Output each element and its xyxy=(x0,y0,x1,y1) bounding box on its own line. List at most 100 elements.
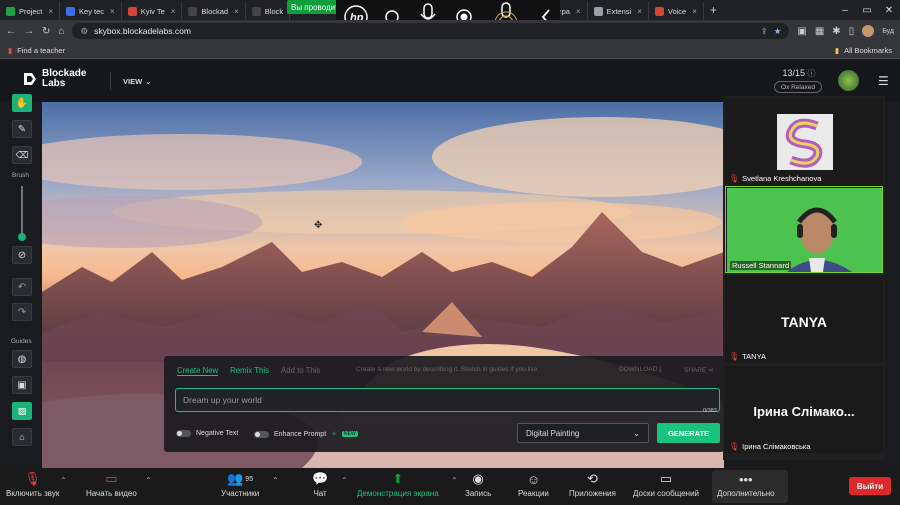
user-avatar[interactable] xyxy=(838,70,859,91)
globe-icon: ◍ xyxy=(17,353,27,365)
tab-create-new[interactable]: Create New xyxy=(177,366,219,376)
maximize-button[interactable]: ▭ xyxy=(856,5,878,16)
clear-button[interactable]: ⊘ xyxy=(12,246,32,264)
prompt-tabs: Create New Remix This Add to This xyxy=(177,366,320,376)
bookmark-star-icon[interactable]: ★ xyxy=(774,26,782,37)
redo-button[interactable]: ↷ xyxy=(12,303,32,321)
reload-icon[interactable]: ↻ xyxy=(42,26,50,37)
profile-label[interactable]: Буд xyxy=(882,28,894,35)
extension-icon[interactable]: ▣ xyxy=(797,26,806,37)
close-icon[interactable]: × xyxy=(110,7,115,16)
toggle-switch[interactable] xyxy=(176,430,191,437)
info-icon[interactable]: ⓘ xyxy=(808,69,816,78)
chevron-up-icon[interactable]: ⌃ xyxy=(341,476,348,485)
enhance-prompt-toggle[interactable]: Enhance Prompt ✧ NEW xyxy=(254,430,358,438)
close-window-button[interactable]: ✕ xyxy=(878,5,900,16)
negative-text-toggle[interactable]: Negative Text xyxy=(176,430,238,437)
participant-tile[interactable]: TANYA 🎙 TANYA xyxy=(725,276,883,363)
chevron-up-icon[interactable]: ⌃ xyxy=(451,476,458,485)
close-icon[interactable]: × xyxy=(171,7,176,16)
all-bookmarks[interactable]: All Bookmarks xyxy=(844,46,892,55)
generate-button[interactable]: GENERATE xyxy=(657,423,720,443)
share-icon[interactable]: ⇪ xyxy=(761,26,768,37)
view-menu-button[interactable]: VIEW ⌄ xyxy=(110,72,151,90)
participant-name: 🎙 Ірина Слімаковська xyxy=(729,442,811,451)
browser-tab[interactable]: Voice × xyxy=(649,2,704,20)
minimize-button[interactable]: – xyxy=(834,5,856,16)
close-icon[interactable]: × xyxy=(576,7,581,16)
participant-display-name: Ірина Слімако... xyxy=(753,404,855,419)
guide-globe-button[interactable]: ◍ xyxy=(12,350,32,368)
more-button[interactable]: ••• Дополнительно xyxy=(717,471,775,499)
tab-remix-this[interactable]: Remix This xyxy=(230,366,269,376)
url-field[interactable]: ⚙ skybox.blockadelabs.com ⇪ ★ xyxy=(72,23,790,39)
share-button[interactable]: SHARE ⋖ xyxy=(684,366,714,374)
tab-add-to-this[interactable]: Add to This xyxy=(281,366,320,376)
toggle-switch[interactable] xyxy=(254,430,269,438)
mode-badge[interactable]: Ox Relaxed xyxy=(774,81,822,93)
participant-name: 🎙 Svetlana Kreshchanova xyxy=(729,174,822,183)
leave-button[interactable]: Выйти xyxy=(849,477,891,495)
puzzle-icon[interactable]: ✱ xyxy=(832,26,840,37)
new-tab-button[interactable]: + xyxy=(704,3,723,17)
blockade-logo[interactable]: Blockade Labs xyxy=(22,69,86,89)
undo-button[interactable]: ↶ xyxy=(12,278,32,296)
site-info-icon[interactable]: ⚙ xyxy=(80,26,88,37)
prompt-input[interactable]: Dream up your world xyxy=(175,388,720,412)
brush-size-handle[interactable] xyxy=(18,233,26,241)
prohibit-icon: ⊘ xyxy=(17,249,27,261)
blockade-logo-icon xyxy=(24,73,36,85)
browser-tab[interactable]: Extensi × xyxy=(588,2,649,20)
browser-tab[interactable]: Project × xyxy=(0,2,61,20)
close-icon[interactable]: × xyxy=(692,7,697,16)
download-button[interactable]: DOWNLOAD ⤓ xyxy=(619,366,662,374)
record-icon: ◉ xyxy=(472,471,484,486)
close-icon[interactable]: × xyxy=(234,7,239,16)
chevron-down-icon: ⌄ xyxy=(145,76,152,86)
whiteboards-button[interactable]: ▭ Доски сообщений xyxy=(633,471,699,498)
share-screen-button[interactable]: ⬆ Демонстрация экрана xyxy=(357,471,439,498)
home-icon[interactable]: ⌂ xyxy=(58,26,64,37)
browser-tab[interactable]: Blockad × xyxy=(182,2,246,20)
chevron-up-icon[interactable]: ⌃ xyxy=(60,476,67,485)
mic-muted-icon: 🎙 xyxy=(729,174,740,183)
browser-tab[interactable]: Block xyxy=(246,2,291,20)
sidebar-icon[interactable]: ▯ xyxy=(849,26,855,37)
browser-tab[interactable]: Key tec × xyxy=(60,2,122,20)
style-select[interactable]: Digital Painting ⌄ xyxy=(517,423,649,443)
address-bar: ← → ↻ ⌂ ⚙ skybox.blockadelabs.com ⇪ ★ ▣ … xyxy=(0,20,900,42)
hand-tool-button[interactable]: ✋ xyxy=(12,94,32,112)
shield-icon xyxy=(66,6,76,16)
profile-avatar[interactable] xyxy=(862,25,875,37)
voice-icon xyxy=(654,6,664,16)
brush-size-slider[interactable] xyxy=(21,186,23,238)
record-button[interactable]: ◉ Запись xyxy=(465,471,491,498)
chevron-up-icon[interactable]: ⌃ xyxy=(145,476,152,485)
menu-icon[interactable]: ☰ xyxy=(878,74,889,88)
guide-cube-button[interactable]: ▣ xyxy=(12,376,32,394)
forward-icon[interactable]: → xyxy=(24,26,34,37)
participant-tile[interactable]: 🎙 Svetlana Kreshchanova xyxy=(725,98,883,185)
unmute-button[interactable]: 🎙 Включить звук xyxy=(6,471,59,498)
participant-tile[interactable]: Ірина Слімако... 🎙 Ірина Слімаковська xyxy=(725,366,883,453)
bookmark-find-teacher[interactable]: Find a teacher xyxy=(17,46,65,55)
back-icon[interactable]: ← xyxy=(6,26,16,37)
close-icon[interactable]: × xyxy=(48,7,53,16)
guide-house-button[interactable]: ⌂ xyxy=(12,428,32,446)
close-icon[interactable]: × xyxy=(637,7,642,16)
chat-button[interactable]: 💬 Чат xyxy=(312,471,328,498)
chevron-up-icon[interactable]: ⌃ xyxy=(272,476,279,485)
apps-button[interactable]: ⟲ Приложения xyxy=(569,471,616,498)
browser-tab[interactable]: Kyiv Te × xyxy=(122,2,183,20)
puzzle-icon xyxy=(593,6,603,16)
brush-tool-button[interactable]: ✎ xyxy=(12,120,32,138)
participant-name: 🎙 TANYA xyxy=(729,352,767,361)
extension-icon[interactable]: ▦ xyxy=(815,26,824,37)
eraser-tool-button[interactable]: ⌫ xyxy=(12,146,32,164)
video-off-icon: ▭ xyxy=(105,471,118,486)
guide-image-button[interactable]: ▨ xyxy=(12,402,32,420)
reactions-button[interactable]: ☺ Реакции xyxy=(518,471,549,499)
participant-tile-active[interactable]: Russell Stannard xyxy=(725,186,883,273)
participants-button[interactable]: 👥 95 Участники xyxy=(221,471,259,498)
start-video-button[interactable]: ▭ Начать видео xyxy=(86,471,137,498)
